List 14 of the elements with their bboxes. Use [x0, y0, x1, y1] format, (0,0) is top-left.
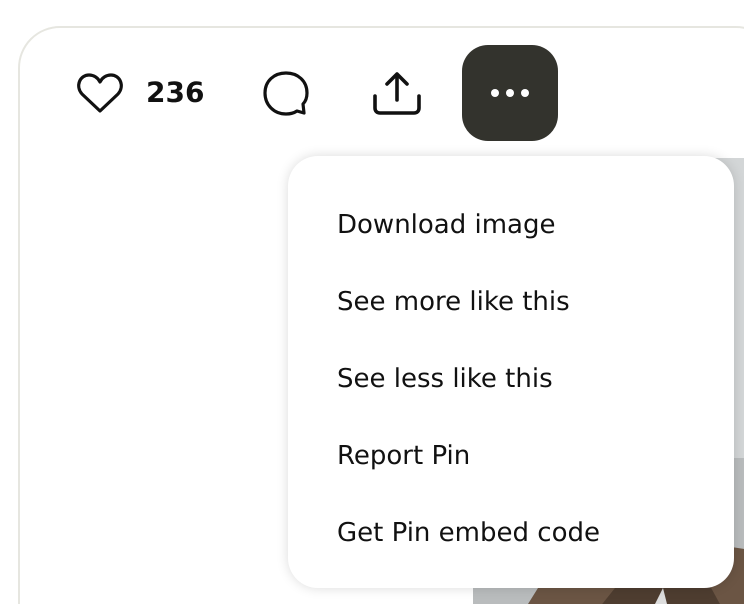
menu-item[interactable]: See more like this	[288, 263, 734, 340]
menu-item[interactable]: Get Pin embed code	[288, 494, 734, 571]
more-button[interactable]	[462, 45, 558, 141]
speech-bubble-icon	[262, 70, 310, 116]
heart-icon	[76, 72, 124, 114]
menu-item[interactable]: See less like this	[288, 340, 734, 417]
share-button[interactable]	[372, 70, 422, 116]
menu-item[interactable]: Report Pin	[288, 417, 734, 494]
like-button[interactable]	[76, 72, 124, 114]
like-count: 236	[146, 75, 204, 111]
share-icon	[372, 70, 422, 116]
ellipsis-icon	[490, 88, 530, 98]
menu-item[interactable]: Download image	[288, 186, 734, 263]
comment-button[interactable]	[262, 70, 310, 116]
